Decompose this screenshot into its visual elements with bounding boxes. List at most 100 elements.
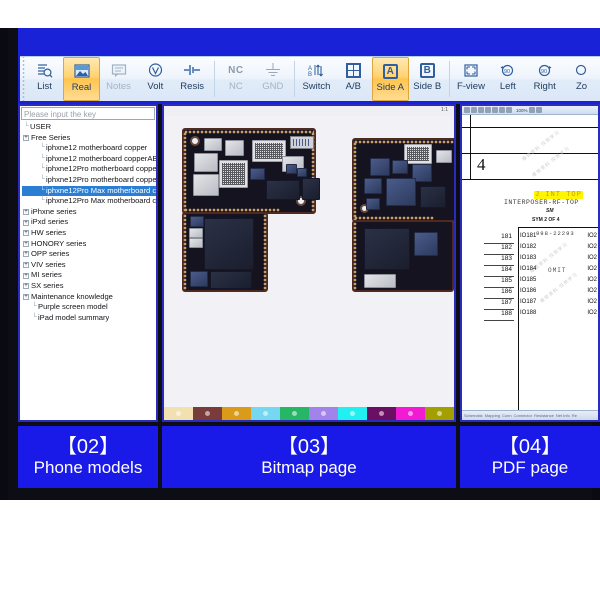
tree-item[interactable]: + OPP series	[22, 249, 156, 260]
expander-plus-icon[interactable]: +	[23, 209, 29, 216]
pdf-tab[interactable]: Connector	[514, 413, 532, 418]
tree-item[interactable]: + HW series	[22, 228, 156, 239]
pdf-next-page-icon[interactable]	[485, 107, 491, 113]
toolbar-button-ab[interactable]: A/B	[335, 57, 372, 101]
palette-swatch-magenta[interactable]	[396, 407, 425, 420]
pdf-tab-bar[interactable]: Schematic Mapping Conn Connector Resistance N…	[462, 410, 598, 420]
toolbar-button-nc[interactable]: NC NC	[217, 57, 254, 101]
toolbar-label-resis: Resis	[180, 81, 205, 92]
palette-swatch-dot	[292, 411, 297, 416]
palette-swatch-cream[interactable]	[164, 407, 193, 420]
tree-item[interactable]: + Free Series	[22, 133, 156, 144]
pdf-tab[interactable]: Conn	[502, 413, 512, 418]
tree-item-label: iPad model summary	[38, 312, 110, 322]
tree-item[interactable]: └ iPad model summary	[22, 313, 156, 324]
palette-swatch-sky[interactable]	[251, 407, 280, 420]
toolbar-button-left[interactable]: 90 Left	[489, 57, 526, 101]
expander-dash-icon[interactable]: └	[39, 186, 46, 197]
color-palette-strip[interactable]	[164, 407, 454, 420]
ground-icon	[265, 60, 281, 80]
pdf-zoom-in-icon[interactable]	[528, 107, 535, 113]
expander-dash-icon[interactable]: └	[31, 302, 38, 313]
expander-plus-icon[interactable]: +	[23, 230, 29, 237]
tree-item[interactable]: └ iphxne12Pro Max motherboard c	[22, 185, 156, 197]
pdf-tab[interactable]: Mapping	[485, 413, 500, 418]
pdf-document[interactable]: 4 维修资料 仅供学习 维修资料 仅供学习 J INT TOP INTERPOS…	[462, 115, 598, 410]
palette-swatch-maroon[interactable]	[193, 407, 222, 420]
toolbar-button-side-b[interactable]: B Side B	[409, 57, 446, 101]
tree-item[interactable]: + HONORY series	[22, 239, 156, 250]
caption-number-02: 【02】	[56, 436, 120, 458]
pdf-pin-number: 182	[501, 244, 512, 251]
tree-item-label: iphxne12Pro motherboard copper	[46, 164, 156, 174]
tree-item[interactable]: └ USER	[22, 122, 156, 133]
expander-dash-icon[interactable]: └	[31, 313, 38, 324]
expander-plus-icon[interactable]: +	[23, 134, 29, 141]
tree-item[interactable]: └ iphxne12Pro Max motherboard c	[22, 196, 156, 207]
tree-item[interactable]: + iPhxne series	[22, 207, 156, 218]
tree-item[interactable]: + SX series	[22, 281, 156, 292]
pcb-pad-row	[184, 130, 314, 134]
toolbar-button-volt[interactable]: Volt	[137, 57, 174, 101]
pdf-first-page-icon[interactable]	[471, 107, 477, 113]
expander-dash-icon[interactable]: └	[23, 122, 30, 133]
expander-dash-icon[interactable]: └	[39, 196, 46, 207]
expander-dash-icon[interactable]: └	[39, 154, 46, 165]
expander-plus-icon[interactable]: +	[23, 293, 29, 300]
tree-item[interactable]: └ iphxne12 motherboard copperAB	[22, 154, 156, 165]
tree-item[interactable]: └ Purple screen model	[22, 302, 156, 313]
search-input[interactable]: Please input the key	[21, 107, 155, 120]
toolbar-button-real[interactable]: Real	[62, 57, 101, 101]
pdf-tab[interactable]: Net Info	[556, 413, 570, 418]
tree-item[interactable]: + MI series	[22, 270, 156, 281]
expander-plus-icon[interactable]: +	[23, 219, 29, 226]
pdf-pin-name: IO186	[520, 288, 537, 294]
expander-plus-icon[interactable]: +	[23, 251, 29, 258]
palette-swatch-cyan[interactable]	[338, 407, 367, 420]
expander-plus-icon[interactable]: +	[23, 283, 29, 290]
toolbar-button-list[interactable]: List	[26, 57, 63, 101]
toolbar-button-switch[interactable]: A B Switch	[298, 57, 335, 101]
palette-swatch-amber[interactable]	[222, 407, 251, 420]
expander-dash-icon[interactable]: └	[39, 143, 46, 154]
expander-dash-icon[interactable]: └	[39, 175, 46, 186]
screenshot-root: List Real Notes Volt Resis NC NC GND A B…	[0, 0, 600, 600]
toolbar-button-zoom[interactable]: Zo	[563, 57, 600, 101]
toolbar-label-real: Real	[71, 82, 92, 93]
tree-item[interactable]: + Maintenance knowledge	[22, 292, 156, 303]
tree-item[interactable]: └ iphxne12Pro motherboard copper	[22, 164, 156, 175]
pdf-tab[interactable]: Re	[572, 413, 577, 418]
pdf-fit-page-icon[interactable]	[506, 107, 512, 113]
tree-item[interactable]: + VIV series	[22, 260, 156, 271]
expander-dash-icon[interactable]: └	[39, 164, 46, 175]
palette-swatch-green[interactable]	[280, 407, 309, 420]
tree-item[interactable]: + iPxd series	[22, 217, 156, 228]
palette-swatch-violet[interactable]	[309, 407, 338, 420]
pcb-chip	[250, 168, 265, 180]
pdf-prev-page-icon[interactable]	[478, 107, 484, 113]
toolbar-button-side-a[interactable]: A Side A	[371, 57, 409, 101]
tree-item[interactable]: └ iphxne12 motherboard copper	[22, 143, 156, 154]
expander-plus-icon[interactable]: +	[23, 262, 29, 269]
pdf-toolbar[interactable]: 100%	[462, 106, 598, 115]
pdf-fit-width-icon[interactable]	[499, 107, 505, 113]
toolbar-button-gnd[interactable]: GND	[254, 57, 291, 101]
expander-plus-icon[interactable]: +	[23, 240, 29, 247]
pcb-photo[interactable]	[164, 116, 454, 407]
palette-swatch-plum[interactable]	[367, 407, 396, 420]
pdf-last-page-icon[interactable]	[492, 107, 498, 113]
pdf-tab[interactable]: Resistance	[534, 413, 554, 418]
pdf-zoom-out-icon[interactable]	[535, 107, 542, 113]
toolbar-button-resis[interactable]: Resis	[174, 57, 211, 101]
expander-plus-icon[interactable]: +	[23, 272, 29, 279]
tree-item[interactable]: └ iphxne12Pro motherboard coppe	[22, 175, 156, 186]
palette-swatch-olive[interactable]	[425, 407, 454, 420]
toolbar-button-notes[interactable]: Notes	[100, 57, 137, 101]
toolbar-button-right[interactable]: 90 Right	[526, 57, 563, 101]
pdf-home-icon[interactable]	[464, 107, 470, 113]
model-tree[interactable]: └ USER + Free Series └ iphxne12 motherboard c…	[20, 121, 156, 323]
toolbar-button-fview[interactable]: F-view	[453, 57, 490, 101]
pdf-zoom-level[interactable]: 100%	[516, 108, 528, 113]
switch-ab-icon: A B	[307, 60, 325, 80]
pdf-tab[interactable]: Schematic	[464, 413, 483, 418]
